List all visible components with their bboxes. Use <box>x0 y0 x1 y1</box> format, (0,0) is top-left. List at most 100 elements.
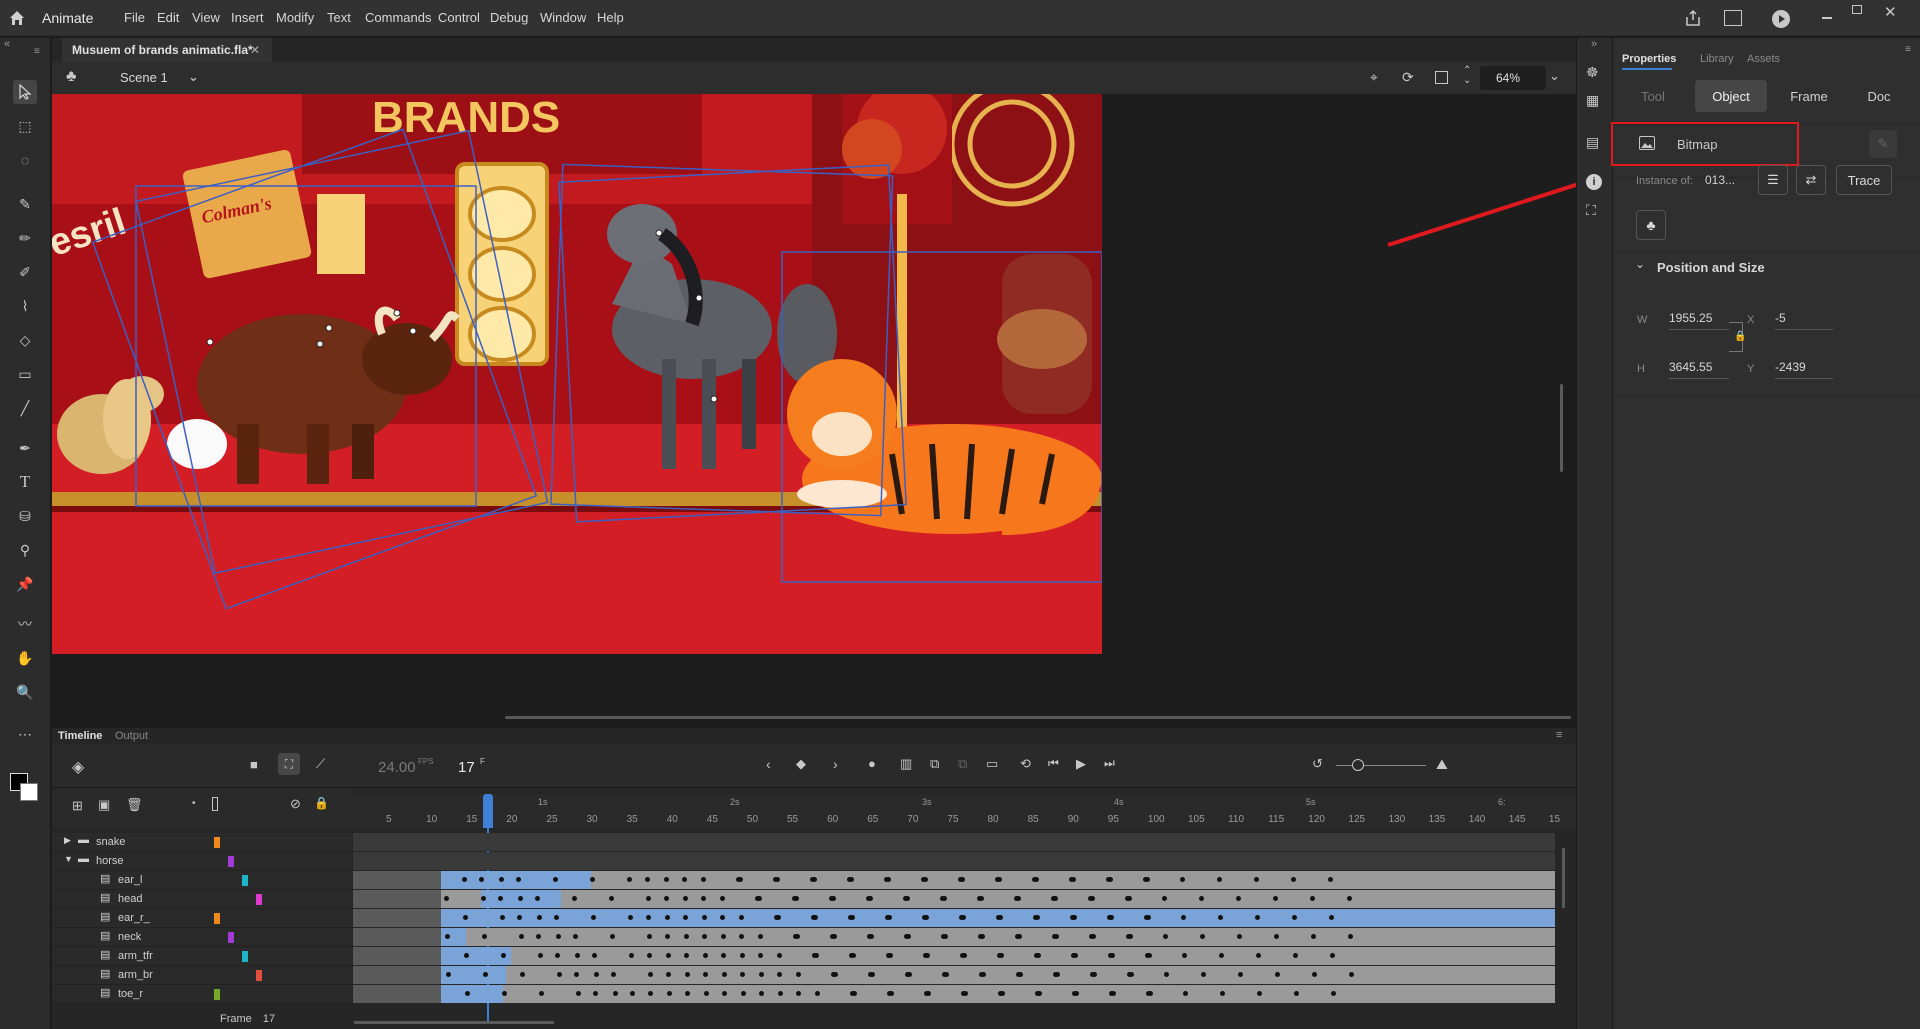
keyframe[interactable] <box>684 934 689 939</box>
keyframe[interactable] <box>1238 972 1243 977</box>
segment-object[interactable]: Object <box>1695 80 1767 112</box>
fluid-brush-icon[interactable]: ⌇ <box>13 294 37 318</box>
keyframe[interactable] <box>887 991 892 996</box>
keyframe[interactable] <box>536 934 541 939</box>
keyframe[interactable] <box>884 877 889 882</box>
keyframe[interactable] <box>979 972 984 977</box>
menu-view[interactable]: View <box>192 10 220 25</box>
keyframe[interactable] <box>665 915 670 920</box>
layer-row[interactable]: ▼ ▬ horse <box>52 852 352 871</box>
keyframe[interactable] <box>1089 934 1094 939</box>
keyframe[interactable] <box>755 896 760 901</box>
keyframe[interactable] <box>720 896 725 901</box>
keyframe[interactable] <box>848 915 853 920</box>
keyframe[interactable] <box>517 915 522 920</box>
keyframe[interactable] <box>1310 896 1315 901</box>
keyframe[interactable] <box>1347 896 1352 901</box>
keyframe[interactable] <box>572 896 577 901</box>
keyframe[interactable] <box>792 896 797 901</box>
layer-frames[interactable] <box>353 871 1555 889</box>
prev-keyframe-icon[interactable]: ‹ <box>766 756 771 772</box>
keyframe[interactable] <box>627 877 632 882</box>
keyframe[interactable] <box>923 953 928 958</box>
layer-color-swatch[interactable] <box>256 970 262 981</box>
keyframe[interactable] <box>736 877 741 882</box>
camera-icon[interactable]: ■ <box>250 757 258 772</box>
layer-frames[interactable] <box>353 985 1555 1003</box>
layer-row[interactable]: ▤ head <box>52 890 352 909</box>
keyframe[interactable] <box>1069 877 1074 882</box>
keyframe[interactable] <box>648 972 653 977</box>
pen-tool-icon[interactable]: ✒ <box>13 436 37 460</box>
keyframe[interactable] <box>629 953 634 958</box>
keyframe[interactable] <box>1072 991 1077 996</box>
keyframe[interactable] <box>740 953 745 958</box>
keyframe[interactable] <box>630 991 635 996</box>
step-back-icon[interactable]: ⏮ <box>1048 756 1059 771</box>
keyframe[interactable] <box>1236 896 1241 901</box>
reset-zoom-icon[interactable]: ↺ <box>1312 756 1323 772</box>
layer-row[interactable]: ▤ neck <box>52 928 352 947</box>
new-layer-icon[interactable]: ⊞ <box>72 798 83 814</box>
clip-stage-icon[interactable] <box>1435 71 1448 84</box>
keyframe[interactable] <box>682 877 687 882</box>
layer-color-swatch[interactable] <box>214 989 220 1000</box>
folder-expanded-icon[interactable]: ▼ <box>64 854 73 864</box>
keyframe[interactable] <box>1328 877 1333 882</box>
keyframe[interactable] <box>904 934 909 939</box>
keyframe[interactable] <box>610 934 615 939</box>
segment-tool[interactable]: Tool <box>1625 80 1681 112</box>
layer-color-swatch[interactable] <box>214 837 220 848</box>
bitmap-properties-button[interactable]: ☰ <box>1758 165 1788 195</box>
menu-control[interactable]: Control <box>438 10 480 25</box>
create-tween-icon[interactable]: ▭ <box>986 756 998 772</box>
section-chevron-icon[interactable]: ⌄ <box>1635 257 1645 271</box>
keyframe[interactable] <box>1331 991 1336 996</box>
keyframe[interactable] <box>666 953 671 958</box>
layer-color-swatch[interactable] <box>228 856 234 867</box>
pin-tool-icon[interactable]: 📌 <box>13 572 37 596</box>
keyframe[interactable] <box>741 991 746 996</box>
keyframe[interactable] <box>867 934 872 939</box>
keyframe[interactable] <box>903 896 908 901</box>
keyframe[interactable] <box>646 896 651 901</box>
keyframe[interactable] <box>958 877 963 882</box>
layer-frames[interactable] <box>353 890 1555 908</box>
keyframe[interactable] <box>537 915 542 920</box>
keyframe[interactable] <box>1218 915 1223 920</box>
swap-button[interactable]: ⇄ <box>1796 165 1826 195</box>
restore-icon[interactable] <box>1852 5 1862 14</box>
keyframe[interactable] <box>465 991 470 996</box>
keyframe[interactable] <box>721 953 726 958</box>
keyframe[interactable] <box>1201 972 1206 977</box>
keyframe[interactable] <box>1016 972 1021 977</box>
library-panel-icon[interactable]: ▦ <box>1586 92 1599 109</box>
keyframe[interactable] <box>740 972 745 977</box>
keyframe[interactable] <box>722 991 727 996</box>
keyframe[interactable] <box>1273 896 1278 901</box>
layer-row[interactable]: ▤ arm_tfr <box>52 947 352 966</box>
keyframe[interactable] <box>1014 896 1019 901</box>
w-field[interactable]: 1955.25 <box>1669 308 1729 330</box>
layer-row[interactable]: ▤ arm_br <box>52 966 352 985</box>
keyframe[interactable] <box>959 915 964 920</box>
keyframe[interactable] <box>593 991 598 996</box>
menu-window[interactable]: Window <box>540 10 586 25</box>
keyframe[interactable] <box>613 991 618 996</box>
keyframe[interactable] <box>1146 991 1151 996</box>
keyframe[interactable] <box>462 877 467 882</box>
symbol-icon[interactable]: ♣ <box>66 68 77 86</box>
tab-assets[interactable]: Assets <box>1747 53 1780 65</box>
keyframe[interactable] <box>866 896 871 901</box>
play-icon[interactable]: ▶ <box>1076 756 1086 772</box>
keyframe[interactable] <box>759 991 764 996</box>
test-movie-icon[interactable] <box>1772 10 1790 28</box>
layer-row[interactable]: ▤ toe_r <box>52 985 352 1004</box>
keyframe[interactable] <box>609 896 614 901</box>
keyframe[interactable] <box>1182 953 1187 958</box>
h-field[interactable]: 3645.55 <box>1669 357 1729 379</box>
pencil-tool-icon[interactable]: ✏ <box>13 226 37 250</box>
keyframe[interactable] <box>1051 896 1056 901</box>
keyframe[interactable] <box>1254 877 1259 882</box>
stage-scrollbar-horizontal[interactable] <box>505 716 1571 719</box>
